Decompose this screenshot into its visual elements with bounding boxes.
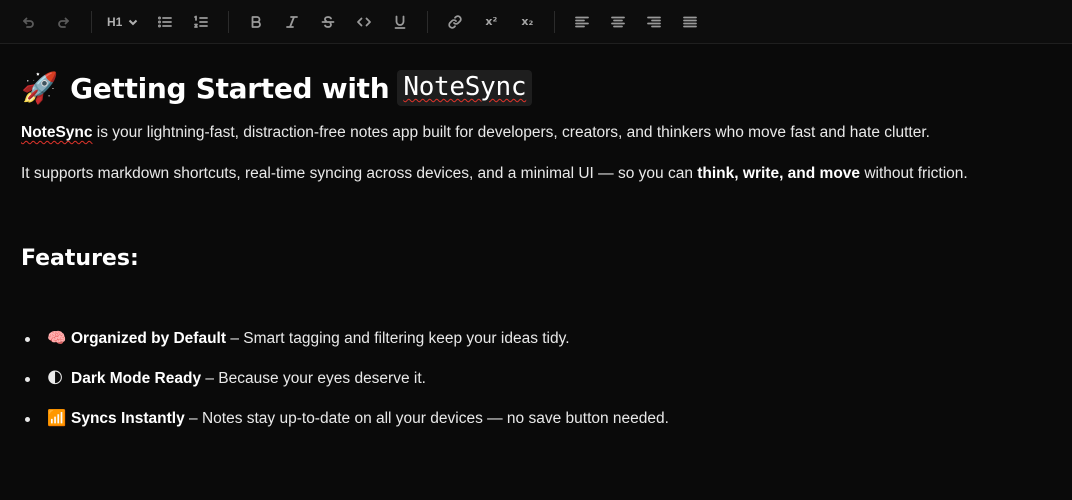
chevron-down-icon	[129, 19, 138, 25]
feature-desc: – Notes stay up-to-date on all your devi…	[184, 410, 669, 427]
editor-toolbar: H1 x² x₂	[0, 0, 1072, 44]
italic-button[interactable]	[281, 11, 303, 33]
feature-title: Dark Mode Ready	[71, 370, 202, 387]
bold-icon	[251, 15, 262, 28]
align-left-button[interactable]	[571, 11, 593, 33]
redo-button[interactable]	[53, 11, 75, 33]
underline-icon	[394, 15, 406, 29]
bullet-list-button[interactable]	[154, 11, 176, 33]
feature-desc: – Smart tagging and filtering keep your …	[226, 330, 570, 347]
redo-icon	[58, 17, 69, 28]
brand-name: NoteSync	[21, 124, 93, 141]
support-text-pre: It supports markdown shortcuts, real-tim…	[21, 165, 698, 182]
align-center-icon	[611, 16, 626, 27]
brain-icon: 🧠	[47, 330, 67, 347]
superscript-button[interactable]: x²	[480, 11, 502, 33]
features-heading: Features:	[21, 246, 139, 271]
title-code-text: NoteSync	[403, 72, 527, 102]
italic-icon	[286, 15, 299, 28]
underline-button[interactable]	[389, 11, 411, 33]
align-justify-icon	[683, 16, 698, 27]
subscript-button[interactable]: x₂	[516, 11, 538, 33]
title-text: Getting Started with	[70, 71, 390, 105]
support-text-post: without friction.	[860, 165, 968, 182]
align-left-icon	[575, 16, 590, 27]
rocket-icon: 🚀	[21, 70, 59, 106]
ordered-list-button[interactable]	[190, 11, 212, 33]
list-item: 📶 Syncs Instantly – Notes stay up-to-date…	[25, 408, 1061, 430]
code-button[interactable]	[353, 11, 375, 33]
toolbar-divider	[91, 10, 92, 33]
align-right-button[interactable]	[643, 11, 665, 33]
undo-button[interactable]	[17, 11, 39, 33]
toolbar-divider	[554, 10, 556, 33]
half-moon-icon: 🌓	[47, 370, 64, 387]
intro-text: is your lightning-fast, distraction-free…	[92, 124, 930, 141]
strikethrough-icon	[321, 15, 335, 28]
align-right-icon	[647, 16, 662, 27]
heading-level-dropdown[interactable]: H1	[107, 15, 139, 29]
code-icon	[357, 17, 372, 26]
link-icon	[448, 14, 462, 29]
support-text-bold: think, write, and move	[697, 165, 861, 182]
toolbar-divider	[427, 10, 429, 33]
link-button[interactable]	[444, 11, 466, 33]
feature-title: Organized by Default	[71, 330, 227, 347]
features-list: 🧠 Organized by Default – Smart tagging an…	[25, 328, 1061, 430]
intro-paragraph: NoteSync is your lightning-fast, distrac…	[21, 122, 1061, 144]
feature-title: Syncs Instantly	[71, 410, 185, 427]
bullet-list-icon	[158, 16, 173, 27]
align-center-button[interactable]	[607, 11, 629, 33]
title-code: NoteSync	[397, 70, 533, 106]
list-item: 🌓 Dark Mode Ready – Because your eyes des…	[25, 368, 1061, 390]
editor-content[interactable]: 🚀 Getting Started with NoteSync NoteSync…	[21, 44, 1061, 448]
signal-bars-icon: 📶	[47, 410, 67, 427]
align-justify-button[interactable]	[679, 11, 701, 33]
document-title: 🚀 Getting Started with NoteSync	[21, 68, 1061, 108]
support-paragraph: It supports markdown shortcuts, real-tim…	[21, 163, 1061, 185]
heading-level-label: H1	[107, 14, 123, 29]
superscript-icon: x²	[485, 15, 498, 28]
subscript-icon: x₂	[521, 15, 534, 28]
strikethrough-button[interactable]	[317, 11, 339, 33]
undo-icon	[23, 17, 34, 28]
bold-button[interactable]	[245, 11, 267, 33]
list-item: 🧠 Organized by Default – Smart tagging an…	[25, 328, 1061, 350]
toolbar-divider	[228, 10, 230, 33]
feature-desc: – Because your eyes deserve it.	[201, 370, 426, 387]
ordered-list-icon	[194, 15, 209, 28]
